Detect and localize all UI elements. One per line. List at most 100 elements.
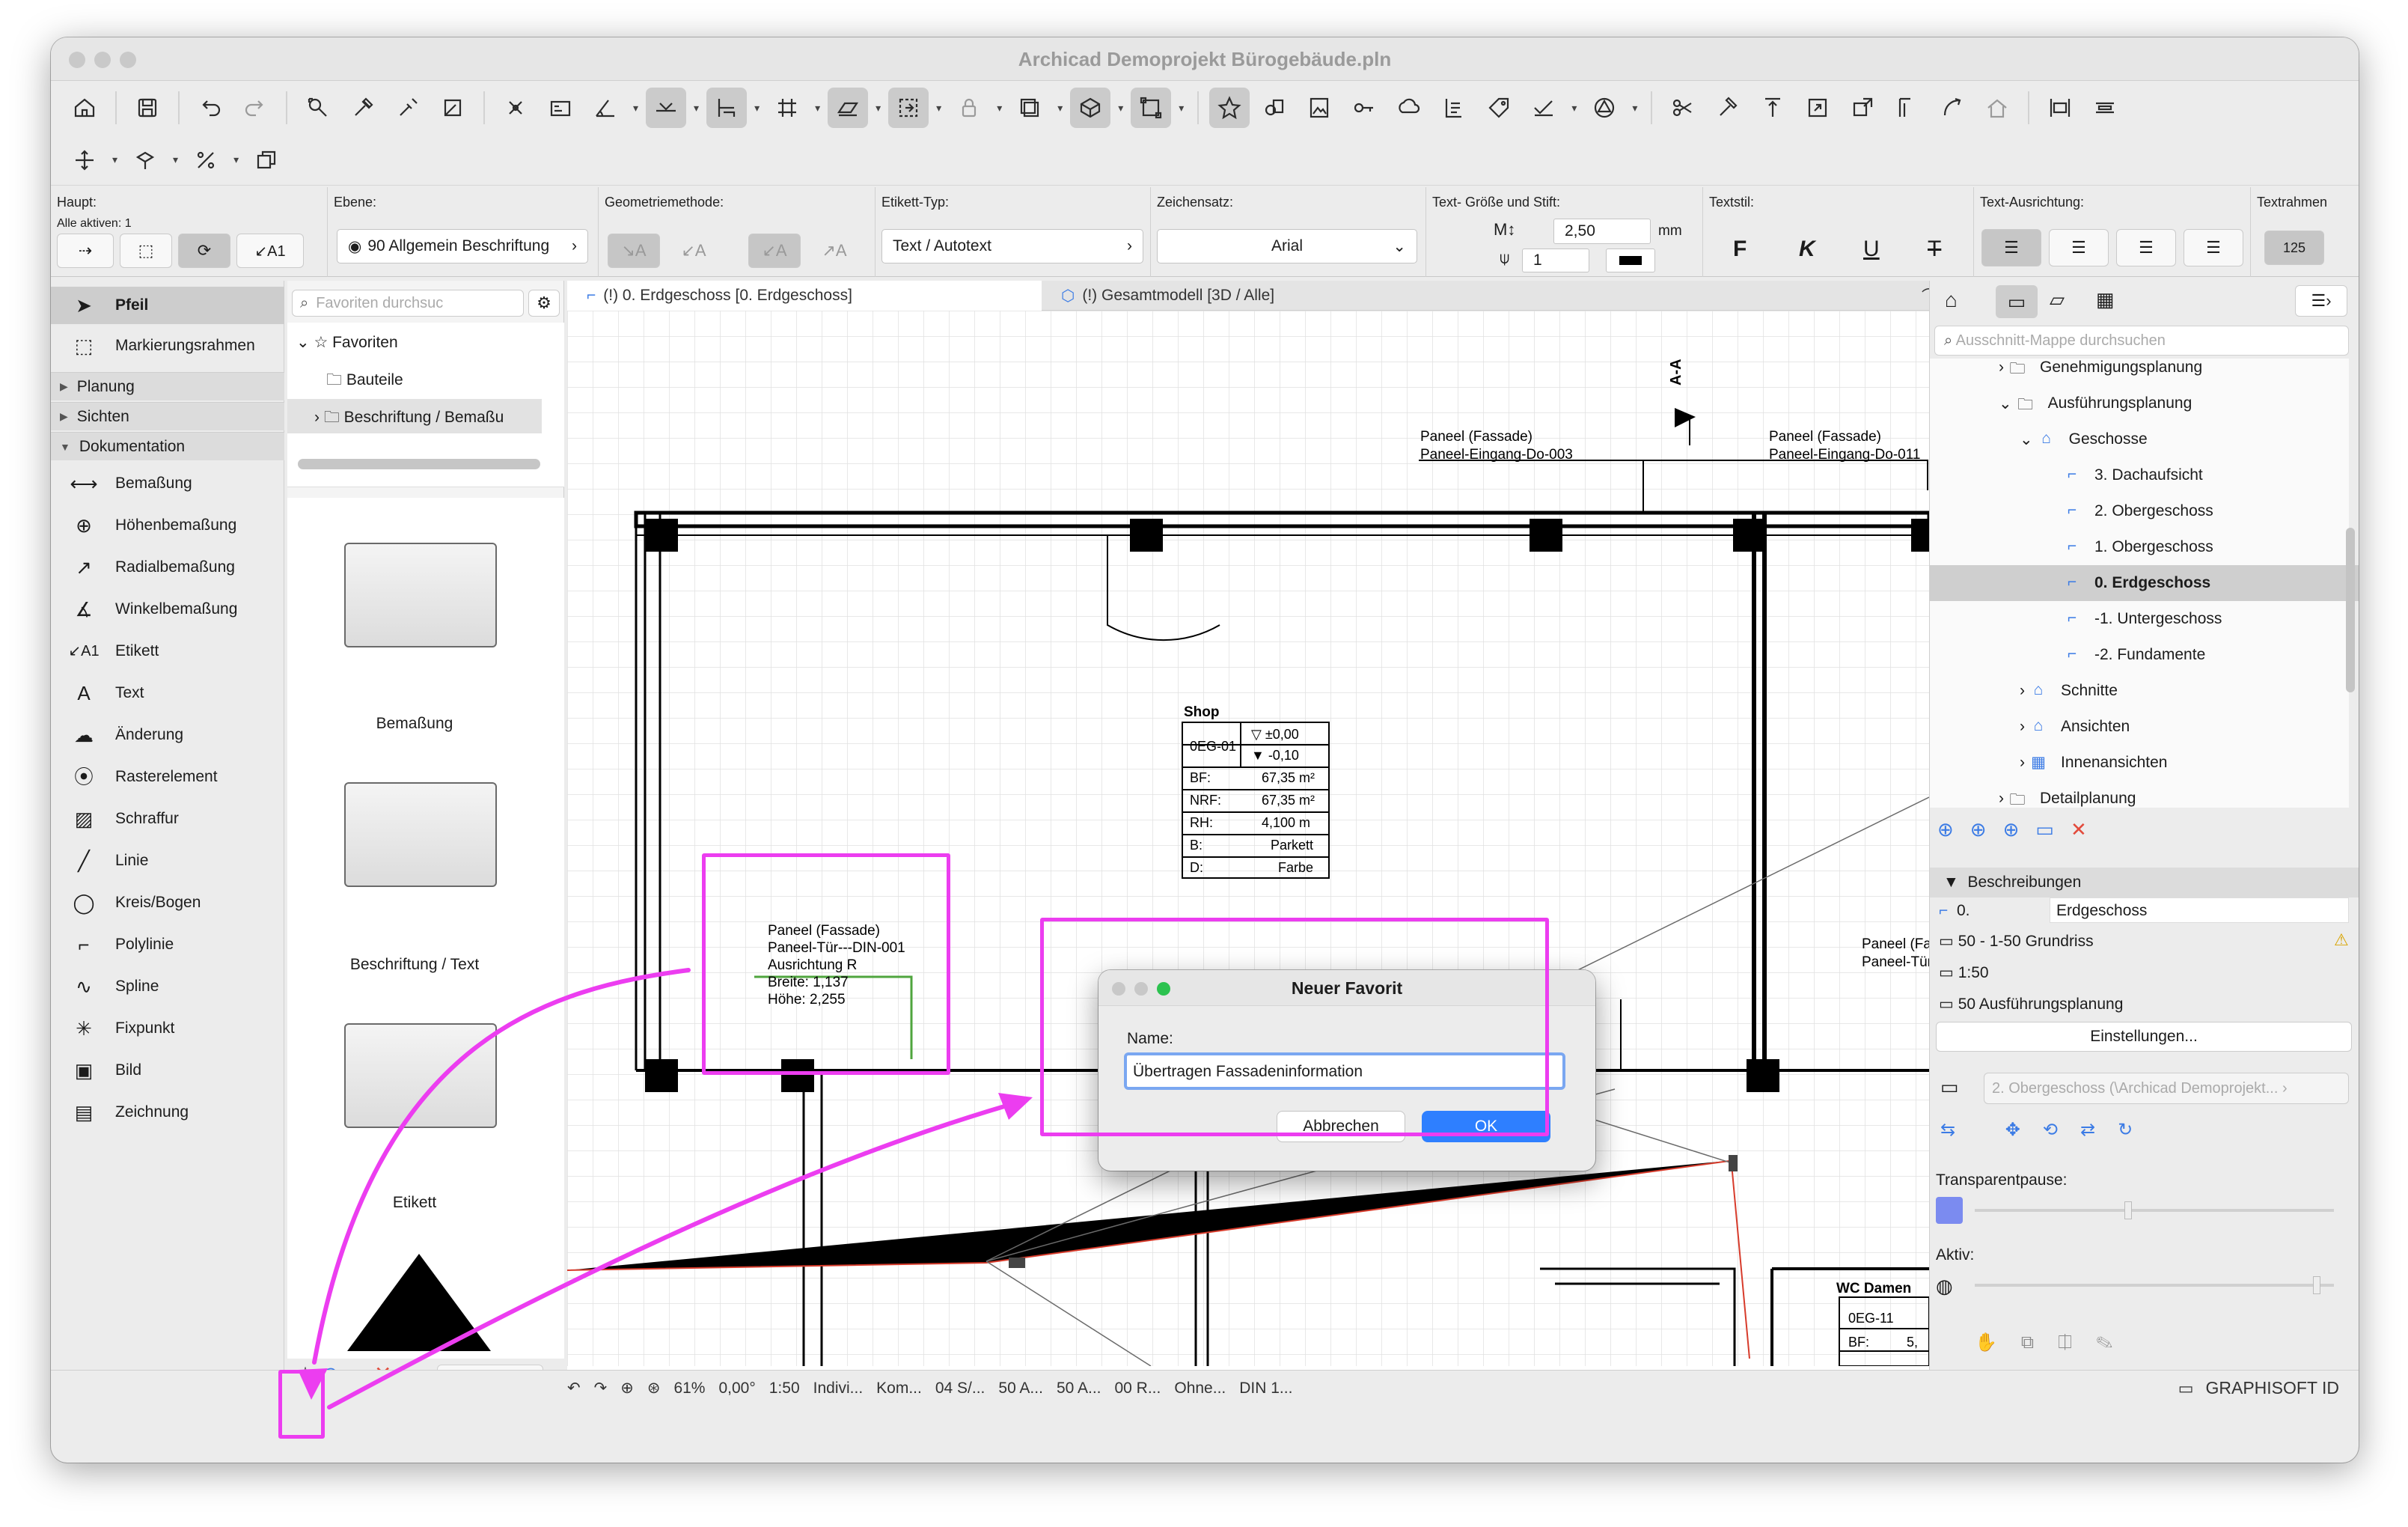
angle-icon[interactable] <box>585 88 626 128</box>
nav-genehmigungsplanung[interactable]: › 🗀 Genehmigungsplanung <box>1930 350 2359 385</box>
undo-icon[interactable] <box>190 88 230 128</box>
tool-aenderung[interactable]: ☁ Änderung <box>51 716 284 754</box>
tool-linie[interactable]: ╱ Linie <box>51 842 284 880</box>
tool-hoehenbemassung[interactable]: ⊕ Höhenbemaßung <box>51 507 284 544</box>
floor-plan-viewport[interactable]: ⌐ (!) 0. Erdgeschoss [0. Erdgeschoss] ⬡ (!… <box>567 281 1980 1396</box>
suspend-groups-icon[interactable] <box>888 88 929 128</box>
elevate-icon[interactable] <box>1752 88 1793 128</box>
nav-geschosse[interactable]: ⌄ ⌂ Geschosse <box>1930 421 2359 457</box>
grid-snap-icon[interactable] <box>767 88 807 128</box>
tab-erdgeschoss[interactable]: ⌐ (!) 0. Erdgeschoss [0. Erdgeschoss] <box>567 281 1042 311</box>
tool-bemassung[interactable]: ⟷ Bemaßung <box>51 465 284 502</box>
copy-window-icon[interactable] <box>246 140 287 180</box>
lock-icon[interactable] <box>949 88 989 128</box>
view-icon[interactable]: ▭ <box>1940 1076 1959 1099</box>
trace-reference-select[interactable]: 2. Obergeschoss (\Archicad Demoprojekt..… <box>1984 1073 2349 1104</box>
group-dokumentation[interactable]: ▼ Dokumentation <box>51 432 284 460</box>
label-type-select[interactable]: Text / Autotext › <box>881 229 1143 263</box>
plane-icon[interactable] <box>828 88 869 128</box>
curve-icon[interactable] <box>1932 88 1972 128</box>
view-name-field[interactable]: Erdgeschoss <box>2050 897 2349 923</box>
transparency-slider[interactable] <box>1975 1201 2334 1219</box>
horizontal-scrollbar[interactable] <box>298 459 540 469</box>
text-frame-button[interactable]: 125 <box>2264 231 2324 265</box>
dimension-standard-value[interactable]: DIN 1... <box>1239 1380 1292 1398</box>
italic-button[interactable]: K <box>1799 237 1815 262</box>
font-select[interactable]: Arial ⌄ <box>1157 229 1417 263</box>
circle-triangle-icon[interactable] <box>1584 88 1625 128</box>
underline-button[interactable]: U <box>1863 237 1880 262</box>
nav-ausfuehrungsplanung[interactable]: ⌄ 🗀 Ausführungsplanung <box>1930 385 2359 421</box>
minimize-window-button[interactable] <box>94 52 111 68</box>
drag-copy-icon[interactable] <box>125 140 165 180</box>
layout-book-icon[interactable]: ▱ <box>2050 288 2065 311</box>
new-view-icon[interactable]: ⊕ <box>1937 818 1970 841</box>
settings-button[interactable]: Einstellungen... <box>1936 1022 2352 1052</box>
compare-icon[interactable]: ⇄ <box>2080 1120 2118 1140</box>
trace-swap-icon[interactable]: ⇆ <box>1940 1120 1978 1140</box>
tab-gesamtmodell[interactable]: ⬡ (!) Gesamtmodell [3D / Alle] <box>1042 281 1521 311</box>
edit-icon[interactable]: ✎ <box>2096 1332 2136 1353</box>
favorites-search[interactable]: ⌕ Favoriten durchsuc <box>292 290 524 317</box>
tool-polylinie[interactable]: ⌐ Polylinie <box>51 926 284 963</box>
tree-item-bauteile[interactable]: 🗀 Bauteile <box>326 369 403 395</box>
folder-icon[interactable] <box>344 782 497 887</box>
descriptions-header[interactable]: ▼ Beschreibungen <box>1930 868 2359 897</box>
rotate-reference-icon[interactable]: ⟲ <box>2043 1120 2080 1140</box>
vertical-scrollbar[interactable] <box>2346 528 2355 692</box>
hammer-icon[interactable] <box>1708 88 1748 128</box>
align-center-button[interactable]: ☰ <box>2049 229 2109 266</box>
tool-radialbemassung[interactable]: ↗ Radialbemaßung <box>51 549 284 586</box>
pen-set-value[interactable]: 04 S/... <box>935 1380 985 1398</box>
close-window-button[interactable] <box>69 52 85 68</box>
gear-icon[interactable]: ⚙ <box>528 290 560 317</box>
align-left-button[interactable]: ☰ <box>1981 229 2041 266</box>
graphisoft-id-label[interactable]: GRAPHISOFT ID <box>2206 1378 2340 1398</box>
guide-lines-icon[interactable] <box>646 88 687 128</box>
magic-wand-icon[interactable] <box>433 88 473 128</box>
window-icon[interactable]: ▭ <box>2178 1379 2194 1398</box>
checkmark-icon[interactable] <box>1524 88 1564 128</box>
distribute-icon[interactable] <box>2040 88 2080 128</box>
key-icon[interactable] <box>1344 88 1384 128</box>
scissors-icon[interactable] <box>1663 88 1703 128</box>
find-select-icon[interactable] <box>298 88 338 128</box>
partial-structure-value[interactable]: Ohne... <box>1174 1380 1226 1398</box>
zoom-window-button[interactable] <box>120 52 136 68</box>
geometry-method-4-button[interactable]: ↗A <box>808 234 861 268</box>
reset-icon[interactable]: ↻ <box>2118 1120 2155 1140</box>
publisher-sets-icon[interactable]: ▦ <box>2096 288 2115 311</box>
color-wheel-icon[interactable]: ◍ <box>1936 1275 1953 1298</box>
publisher-icon[interactable] <box>1434 88 1474 128</box>
split-icon[interactable]: ⎅ <box>2058 1332 2096 1353</box>
layer-combination-value[interactable]: Indivi... <box>813 1380 864 1398</box>
snap-guides-icon[interactable] <box>706 88 748 128</box>
structure-display-value[interactable]: Kom... <box>876 1380 922 1398</box>
nav-minus1-untergeschoss[interactable]: ⌐ -1. Untergeschoss <box>1930 601 2359 637</box>
group-planung[interactable]: ▶ Planung <box>51 372 284 400</box>
rotate-button[interactable]: ⟳ <box>178 234 230 268</box>
layout-book-icon[interactable] <box>1254 88 1295 128</box>
tool-schraffur[interactable]: ▨ Schraffur <box>51 800 284 838</box>
tool-markierungsrahmen[interactable]: ⬚ Markierungsrahmen <box>51 327 284 365</box>
group-sichten[interactable]: ▶ Sichten <box>51 402 284 430</box>
view-map-icon[interactable]: ▭ <box>1996 285 2038 318</box>
fit-icon[interactable]: ⊛ <box>647 1379 661 1398</box>
angle-value[interactable]: 0,00° <box>718 1380 755 1398</box>
nav-1-obergeschoss[interactable]: ⌐ 1. Obergeschoss <box>1930 529 2359 565</box>
cursor-snap-icon[interactable] <box>495 88 536 128</box>
tool-bild[interactable]: ▣ Bild <box>51 1052 284 1089</box>
new-folder-icon[interactable]: ⊕ <box>2003 818 2036 841</box>
nav-dachaufsicht[interactable]: ⌐ 3. Dachaufsicht <box>1930 457 2359 493</box>
duplicate-icon[interactable]: ⧉ <box>2021 1332 2058 1353</box>
syringe-icon[interactable] <box>388 88 428 128</box>
tool-kreis-bogen[interactable]: ◯ Kreis/Bogen <box>51 884 284 921</box>
percent-icon[interactable] <box>186 140 226 180</box>
offset-icon[interactable] <box>1887 88 1928 128</box>
layers-icon[interactable] <box>1009 88 1050 128</box>
undo-zoom-icon[interactable]: ↶ <box>567 1379 581 1398</box>
show-3d-icon[interactable] <box>1070 88 1111 128</box>
clone-folder-icon[interactable]: ⊕ <box>1970 818 2003 841</box>
model-view-value[interactable]: 50 A... <box>998 1380 1043 1398</box>
nav-minus2-fundamente[interactable]: ⌐ -2. Fundamente <box>1930 637 2359 673</box>
